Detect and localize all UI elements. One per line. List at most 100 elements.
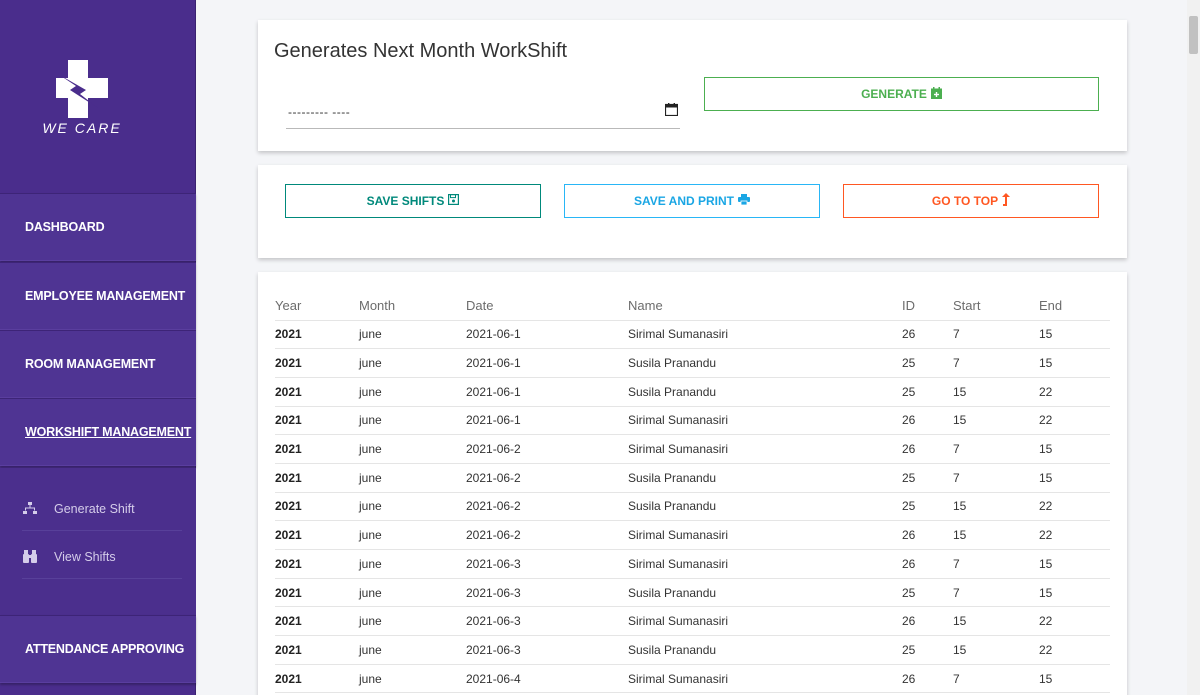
cell-start: 7 [953,578,1039,608]
cell-id: 26 [902,664,953,694]
sidebar-item-employee-management[interactable]: EMPLOYEE MANAGEMENT [0,262,196,330]
cell-date: 2021-06-3 [466,549,628,579]
cell-end: 15 [1039,549,1110,579]
sidebar-item-room-management[interactable]: ROOM MANAGEMENT [0,330,196,398]
scrollbar-thumb[interactable] [1189,16,1198,54]
cell-name: Sirimal Sumanasiri [628,320,902,350]
table-row: 2021 june 2021-06-1 Sirimal Sumanasiri 26 15 2… [275,406,1110,436]
submenu-label: Generate Shift [54,501,135,516]
cell-year: 2021 [275,377,359,407]
generate-card: Generates Next Month WorkShift ---------… [258,20,1127,151]
cell-name: Susila Pranandu [628,463,902,493]
table-row: 2021 june 2021-06-3 Sirimal Sumanasiri 26 15 2… [275,606,1110,637]
generate-button-label: GENERATE [861,87,927,101]
cell-end: 22 [1039,606,1110,637]
cell-end: 22 [1039,377,1110,407]
sidebar-item-workshift-management[interactable]: WORKSHIFT MANAGEMENT [0,398,196,466]
submenu-label: View Shifts [54,549,116,564]
sidebar-item-label: WORKSHIFT MANAGEMENT [25,425,192,439]
go-to-top-label: GO TO TOP [931,194,999,208]
column-header-id: ID [902,292,953,321]
cell-year: 2021 [275,520,359,550]
cell-year: 2021 [275,635,359,665]
cell-id: 25 [902,492,953,522]
cell-year: 2021 [275,606,359,637]
generate-button[interactable]: GENERATE [704,77,1099,111]
cell-name: Susila Pranandu [628,578,902,608]
cell-end: 15 [1039,463,1110,493]
date-input-value: --------- ---- [288,105,351,119]
cell-end: 22 [1039,406,1110,436]
cell-year: 2021 [275,492,359,522]
cell-end: 22 [1039,520,1110,550]
cell-date: 2021-06-2 [466,463,628,493]
cell-year: 2021 [275,434,359,464]
table-row: 2021 june 2021-06-1 Sirimal Sumanasiri 26 7 15 [275,320,1110,350]
cell-start: 15 [953,520,1039,550]
table-row: 2021 june 2021-06-1 Susila Pranandu 25 7 15 [275,348,1110,378]
column-header-name: Name [628,292,902,321]
actions-card: SAVE SHIFTS SAVE AND PRINT GO TO TOP [258,165,1127,258]
go-to-top-button[interactable]: GO TO TOP [843,184,1099,218]
table-header-row: Year Month Date Name ID Start End [275,292,1110,321]
cell-month: june [359,635,466,665]
cell-start: 7 [953,434,1039,464]
sidebar-item-label: ROOM MANAGEMENT [25,357,156,371]
cell-end: 22 [1039,492,1110,522]
cell-month: june [359,348,466,378]
table-row: 2021 june 2021-06-2 Susila Pranandu 25 15 22 [275,492,1110,522]
cell-name: Susila Pranandu [628,492,902,522]
sidebar-item-label: EMPLOYEE MANAGEMENT [25,289,186,303]
sidebar-item-label: ATTENDANCE APPROVING [25,642,185,656]
table-row: 2021 june 2021-06-3 Sirimal Sumanasiri 26 7 15 [275,549,1110,579]
cell-id: 25 [902,377,953,407]
binoculars-icon [22,549,38,565]
shifts-table: Year Month Date Name ID Start End 2021 ju… [275,292,1110,694]
save-and-print-button[interactable]: SAVE AND PRINT [564,184,820,218]
table-row: 2021 june 2021-06-2 Sirimal Sumanasiri 26 15 2… [275,520,1110,550]
cell-month: june [359,549,466,579]
save-shifts-button[interactable]: SAVE SHIFTS [285,184,541,218]
page-title: Generates Next Month WorkShift [274,40,568,62]
sidebar-item-dashboard[interactable]: DASHBOARD [0,193,196,261]
sitemap-icon [22,501,38,517]
column-header-month: Month [359,292,466,321]
save-shifts-label: SAVE SHIFTS [366,194,445,208]
cell-id: 26 [902,606,953,637]
cell-id: 25 [902,348,953,378]
cell-start: 15 [953,606,1039,637]
cell-month: june [359,664,466,694]
cell-month: june [359,434,466,464]
cell-month: june [359,606,466,637]
sidebar-item-attendance-approving[interactable]: ATTENDANCE APPROVING [0,615,196,683]
table-row: 2021 june 2021-06-1 Susila Pranandu 25 15 22 [275,377,1110,407]
cell-start: 7 [953,463,1039,493]
cell-start: 7 [953,348,1039,378]
table-body: 2021 june 2021-06-1 Sirimal Sumanasiri 26 7 15… [275,320,1110,694]
page-scrollbar[interactable] [1187,0,1200,695]
cell-month: june [359,406,466,436]
cell-id: 26 [902,320,953,350]
cell-month: june [359,492,466,522]
month-date-input[interactable]: --------- ---- [286,96,680,129]
cell-date: 2021-06-3 [466,606,628,637]
table-row: 2021 june 2021-06-3 Susila Pranandu 25 7 15 [275,578,1110,608]
cell-date: 2021-06-1 [466,377,628,407]
cell-end: 15 [1039,434,1110,464]
workshift-submenu: Generate Shift View Shifts [0,468,196,616]
cell-id: 26 [902,520,953,550]
save-and-print-label: SAVE AND PRINT [633,194,734,208]
cell-start: 15 [953,406,1039,436]
cell-date: 2021-06-2 [466,492,628,522]
submenu-generate-shift[interactable]: Generate Shift [22,487,182,531]
calendar-icon[interactable] [664,103,679,121]
cell-year: 2021 [275,348,359,378]
cell-name: Sirimal Sumanasiri [628,406,902,436]
cell-start: 7 [953,664,1039,694]
cell-end: 15 [1039,664,1110,694]
cell-month: june [359,377,466,407]
cell-year: 2021 [275,406,359,436]
cell-name: Sirimal Sumanasiri [628,664,902,694]
submenu-view-shifts[interactable]: View Shifts [22,535,182,579]
cell-start: 7 [953,320,1039,350]
